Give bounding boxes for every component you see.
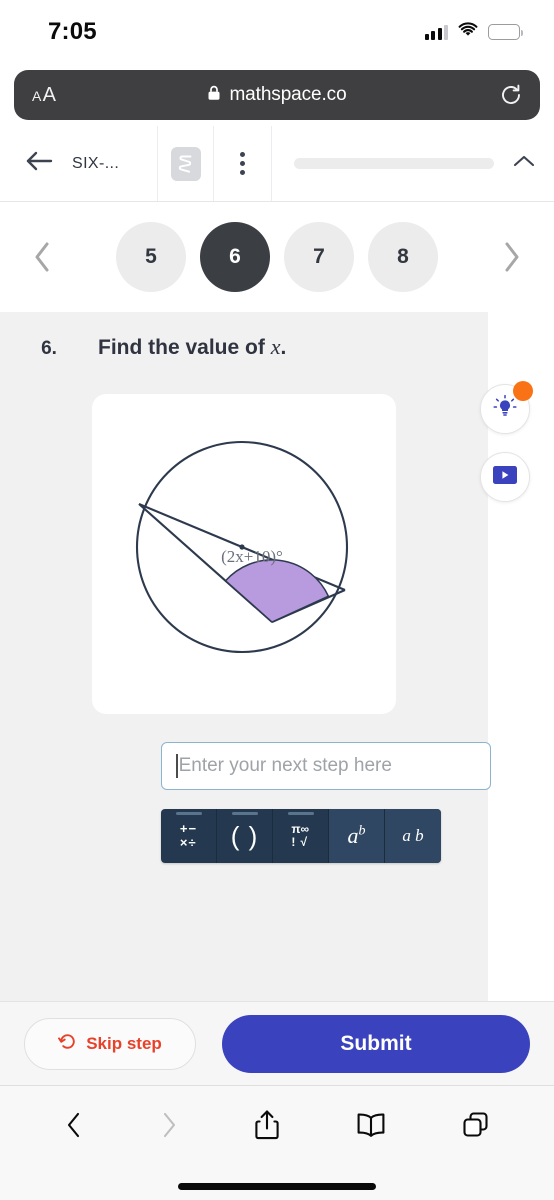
task-title: SIX-...	[72, 154, 120, 172]
pager-next-button[interactable]	[490, 240, 532, 274]
browser-bottom-toolbar	[0, 1085, 554, 1200]
ios-status-bar: 7:05	[0, 0, 554, 64]
url-display: mathspace.co	[14, 84, 540, 106]
question-body: 6. Find the value of x. (2x+10)° Enter y…	[0, 312, 554, 1001]
parentheses-label: ( )	[230, 820, 259, 851]
question-pager: 5 6 7 8	[0, 202, 554, 312]
pager-prev-button[interactable]	[22, 240, 64, 274]
arrow-left-icon	[24, 149, 54, 178]
exponent-glyph: ab	[347, 823, 366, 848]
circle-geometry-diagram: (2x+10)°	[135, 440, 349, 654]
wifi-icon	[457, 21, 479, 43]
fraction-key[interactable]: a b	[385, 809, 441, 863]
pager-item-7[interactable]: 7	[284, 222, 354, 292]
text-caret	[176, 754, 178, 778]
functions-key[interactable]: π ∞ ! √	[273, 809, 329, 863]
prompt-prefix: Find the value of	[98, 336, 271, 359]
progress-area	[272, 126, 554, 201]
chevron-left-icon[interactable]	[63, 1110, 85, 1145]
app-navigation-bar: SIX-...	[0, 126, 554, 202]
answer-placeholder: Enter your next step here	[178, 755, 392, 776]
browser-address-bar[interactable]: AA mathspace.co	[14, 70, 540, 120]
skip-step-button[interactable]: Skip step	[24, 1017, 196, 1070]
video-button[interactable]	[480, 452, 530, 502]
math-keypad: + − × ÷ ( ) π ∞ ! √ ab a b	[161, 809, 441, 863]
browser-address-bar-container: AA mathspace.co	[0, 64, 554, 126]
prompt-variable: x	[270, 334, 281, 359]
browser-toolbar-icons	[0, 1086, 554, 1183]
pager-numbers: 5 6 7 8	[116, 222, 438, 292]
phone-screen: 7:05 AA mathspace.co SIX-... 5 6 7 8 6. …	[0, 0, 554, 1200]
mathspace-logo-icon[interactable]	[158, 126, 214, 201]
operators-glyphs: + − × ÷	[179, 821, 198, 850]
signal-bars-icon	[424, 24, 448, 40]
skip-step-label: Skip step	[86, 1033, 162, 1053]
key-tab	[231, 812, 258, 815]
hint-button[interactable]	[480, 381, 533, 434]
text-size-button[interactable]: AA	[32, 84, 56, 107]
logo-tile	[170, 146, 201, 181]
fraction-glyph: a b	[402, 826, 424, 846]
chevron-up-icon[interactable]	[512, 153, 536, 174]
progress-bar	[294, 158, 494, 169]
hint-badge	[513, 381, 533, 401]
lock-icon	[207, 85, 221, 106]
question-prompt: Find the value of x.	[98, 334, 286, 360]
angle-label: (2x+10)°	[221, 547, 283, 566]
parentheses-key[interactable]: ( )	[217, 809, 273, 863]
operators-key[interactable]: + − × ÷	[161, 809, 217, 863]
angle-sector-fill	[224, 559, 330, 623]
more-vertical-icon[interactable]	[214, 126, 272, 201]
question-header: 6. Find the value of x.	[0, 334, 286, 360]
tabs-icon[interactable]	[461, 1110, 491, 1145]
chevron-right-icon	[158, 1110, 180, 1145]
battery-icon	[488, 24, 523, 40]
play-video-icon	[490, 463, 520, 492]
status-time: 7:05	[48, 18, 97, 45]
book-icon[interactable]	[354, 1111, 388, 1144]
key-tab	[287, 812, 314, 815]
skip-step-icon	[58, 1032, 77, 1056]
pager-item-6[interactable]: 6	[200, 222, 270, 292]
pager-item-5[interactable]: 5	[116, 222, 186, 292]
functions-glyphs: π ∞ ! √	[291, 821, 310, 849]
exponent-key[interactable]: ab	[329, 809, 385, 863]
home-indicator	[178, 1183, 376, 1190]
back-to-task-button[interactable]: SIX-...	[0, 126, 158, 201]
share-icon[interactable]	[253, 1108, 281, 1147]
submit-button[interactable]: Submit	[222, 1014, 530, 1073]
prompt-suffix: .	[280, 336, 287, 359]
key-tab	[175, 812, 202, 815]
action-bar: Skip step Submit	[0, 1001, 554, 1085]
question-number: 6.	[41, 338, 57, 359]
pager-item-8[interactable]: 8	[368, 222, 438, 292]
url-text: mathspace.co	[229, 84, 347, 105]
answer-input[interactable]: Enter your next step here	[161, 742, 491, 790]
reload-icon[interactable]	[500, 84, 522, 106]
status-indicators	[424, 21, 523, 43]
diagram-card: (2x+10)°	[92, 394, 396, 714]
